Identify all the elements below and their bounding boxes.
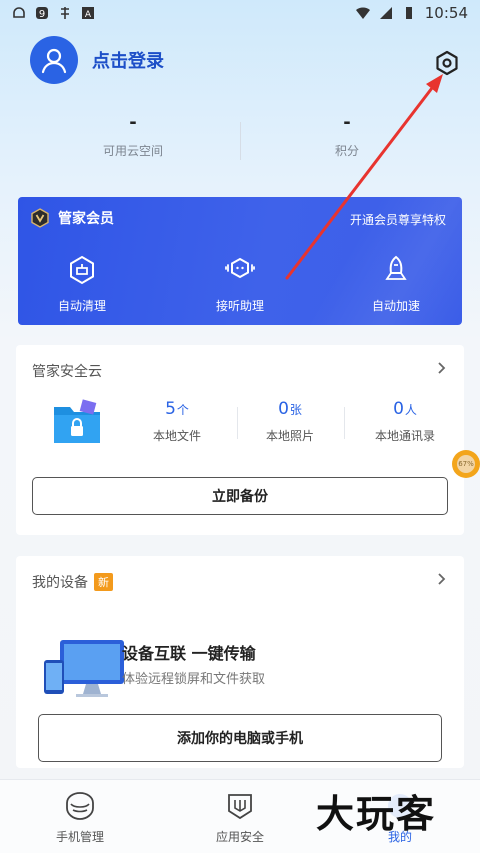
security-cloud-card: 管家安全云 5个 本地文件 0张 本地照片 0人 本地通讯录 立即备份 bbox=[16, 345, 464, 535]
divider bbox=[240, 122, 241, 160]
vip-card[interactable]: 管家会员 开通会员尊享特权 自动清理 接听助理 自动加速 bbox=[18, 197, 462, 325]
vip-feature-auto-clean[interactable]: 自动清理 bbox=[22, 255, 142, 314]
floating-ball-text: 67% bbox=[457, 455, 475, 473]
add-device-button[interactable]: 添加你的电脑或手机 bbox=[38, 714, 442, 762]
phone-manage-icon bbox=[66, 792, 94, 820]
local-contacts-unit: 人 bbox=[404, 403, 417, 417]
avatar[interactable] bbox=[30, 36, 78, 84]
cloud-space-stat[interactable]: - 可用云空间 bbox=[33, 112, 233, 159]
chevron-right-icon[interactable] bbox=[434, 361, 448, 375]
app-security-icon bbox=[228, 794, 252, 820]
device-subtitle: 体验远程锁屏和文件获取 bbox=[122, 672, 266, 687]
card-title[interactable]: 管家安全云 bbox=[32, 361, 102, 381]
secure-folder-icon bbox=[54, 399, 100, 443]
points-stat[interactable]: - 积分 bbox=[247, 112, 447, 159]
vip-feature-auto-speedup[interactable]: 自动加速 bbox=[336, 255, 456, 314]
chevron-right-icon[interactable] bbox=[434, 572, 448, 586]
vip-feature-call-assistant[interactable]: 接听助理 bbox=[180, 255, 300, 314]
device-headline: 设备互联 一键传输 bbox=[122, 644, 256, 663]
status-time: 10:54 bbox=[424, 4, 468, 22]
local-photos-unit: 张 bbox=[289, 403, 302, 417]
local-photos-stat[interactable]: 0张 本地照片 bbox=[235, 399, 345, 444]
rocket-icon bbox=[385, 255, 407, 280]
gear-icon[interactable] bbox=[432, 48, 462, 78]
local-contacts-count: 0 bbox=[393, 399, 404, 419]
vip-promo-link[interactable]: 开通会员尊享特权 bbox=[350, 211, 446, 228]
svg-text:A: A bbox=[85, 10, 92, 20]
cloud-space-value: - bbox=[129, 112, 137, 133]
local-files-unit: 个 bbox=[176, 403, 189, 417]
card-title-row[interactable]: 我的设备 新 bbox=[32, 572, 113, 592]
watermark-text: 大玩客 bbox=[316, 792, 437, 836]
notification-icon bbox=[13, 7, 25, 18]
points-label: 积分 bbox=[334, 144, 359, 158]
user-icon bbox=[41, 48, 67, 74]
svg-text:9: 9 bbox=[39, 9, 45, 20]
local-files-stat[interactable]: 5个 本地文件 bbox=[122, 399, 232, 444]
account-stats: - 可用云空间 - 积分 bbox=[0, 112, 480, 168]
cloud-space-label: 可用云空间 bbox=[102, 144, 163, 158]
app-a-icon: A bbox=[82, 7, 94, 20]
vip-header: 管家会员 bbox=[30, 208, 114, 228]
local-files-label: 本地文件 bbox=[152, 429, 201, 443]
vip-title: 管家会员 bbox=[58, 211, 114, 227]
backup-now-button[interactable]: 立即备份 bbox=[32, 477, 448, 515]
call-assistant-icon bbox=[225, 257, 255, 279]
app-9-icon: 9 bbox=[36, 7, 48, 20]
local-photos-label: 本地照片 bbox=[265, 429, 314, 443]
vip-feature-label: 自动清理 bbox=[57, 299, 106, 313]
tab-label: 手机管理 bbox=[55, 830, 104, 844]
login-area[interactable]: 点击登录 bbox=[30, 36, 164, 84]
tab-label: 应用安全 bbox=[215, 830, 264, 844]
local-photos-count: 0 bbox=[278, 399, 289, 419]
tab-phone-manage[interactable]: 手机管理 bbox=[20, 790, 140, 845]
vip-badge-icon bbox=[31, 208, 49, 228]
local-contacts-label: 本地通讯录 bbox=[374, 429, 435, 443]
local-files-count: 5 bbox=[165, 399, 176, 419]
wifi-icon bbox=[355, 7, 370, 19]
status-bar: 9 A 10:54 bbox=[0, 0, 480, 26]
signal-icon bbox=[379, 7, 392, 19]
local-contacts-stat[interactable]: 0人 本地通讯录 bbox=[350, 399, 460, 444]
my-devices-card: 我的设备 新 设备互联 一键传输 体验远程锁屏和文件获取 添加你的电脑或手机 bbox=[16, 556, 464, 768]
vip-feature-label: 自动加速 bbox=[371, 299, 420, 313]
points-value: - bbox=[343, 112, 351, 133]
card-title: 我的设备 bbox=[32, 575, 88, 591]
vip-feature-label: 接听助理 bbox=[215, 299, 264, 313]
app-chinese-icon bbox=[61, 7, 69, 19]
auto-clean-icon bbox=[70, 255, 94, 285]
login-link[interactable]: 点击登录 bbox=[92, 47, 164, 73]
new-badge: 新 bbox=[94, 573, 113, 591]
divider bbox=[344, 407, 345, 439]
floating-ball[interactable]: 67% bbox=[452, 450, 480, 478]
devices-illustration bbox=[44, 640, 124, 697]
battery-icon bbox=[405, 7, 412, 19]
tab-app-security[interactable]: 应用安全 bbox=[180, 790, 300, 845]
